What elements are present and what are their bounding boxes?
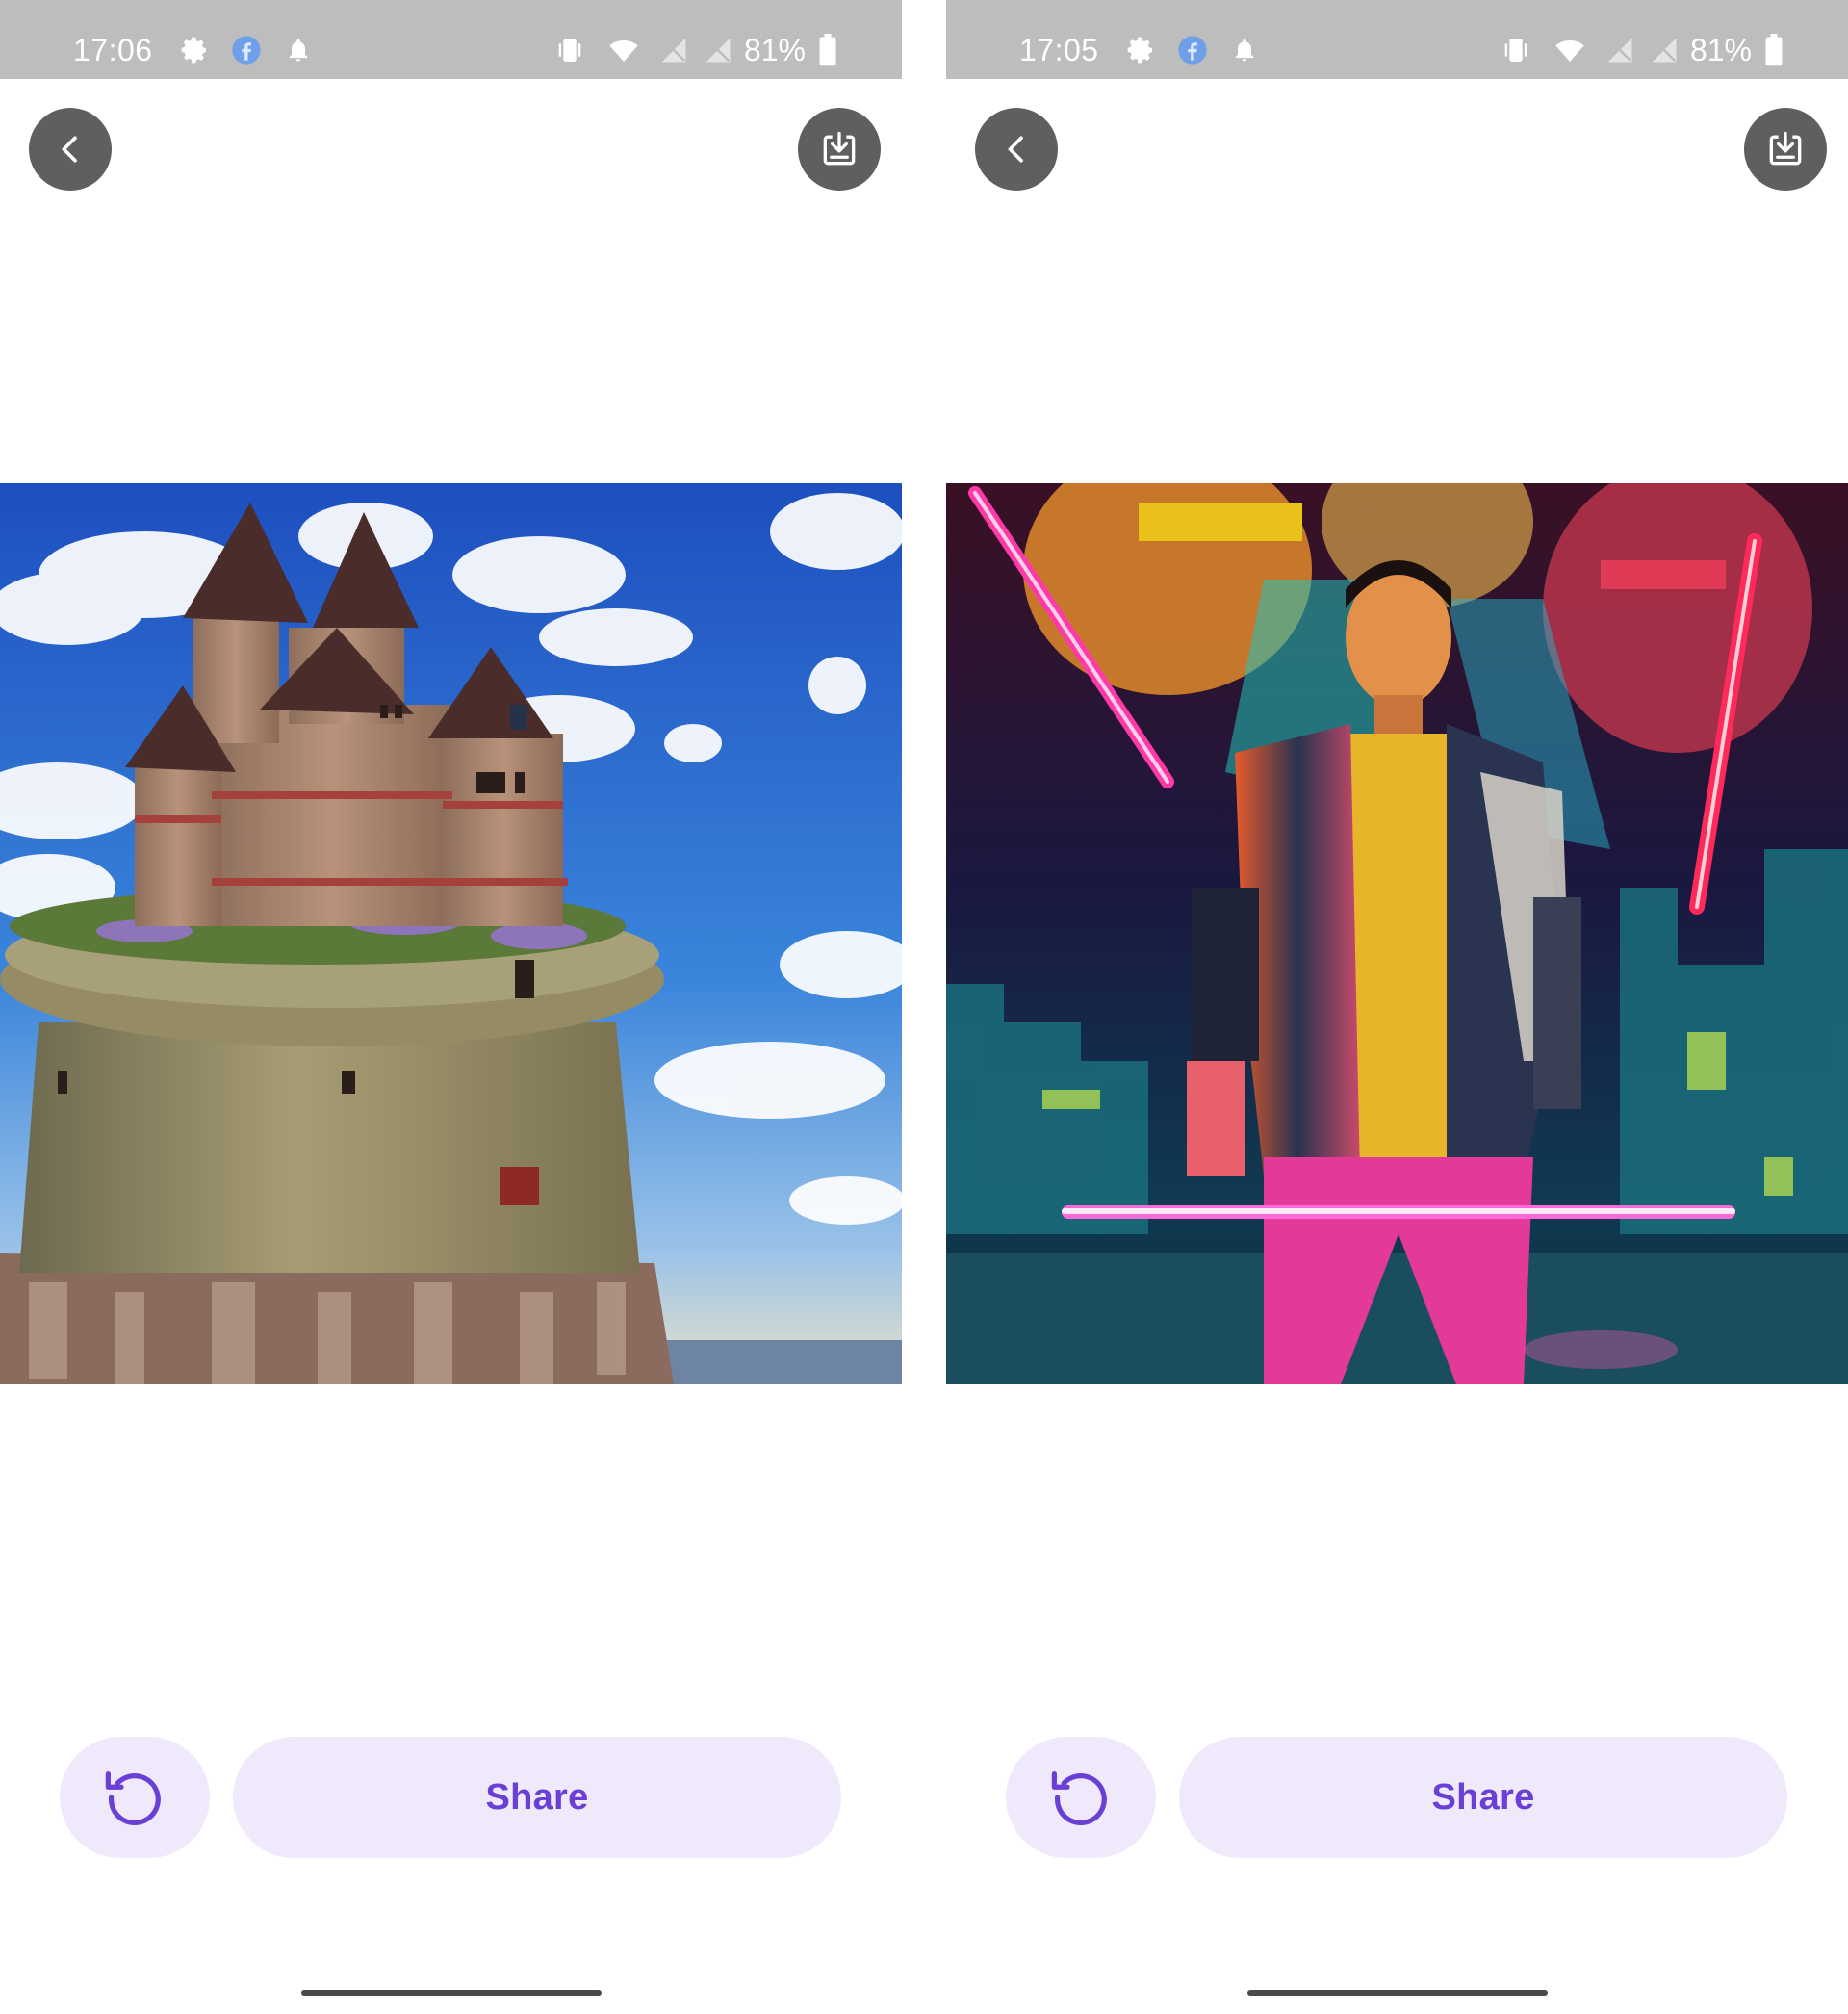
home-indicator[interactable] bbox=[1247, 1990, 1548, 1996]
signal-off-icon bbox=[1647, 33, 1681, 67]
bottom-actions: Share bbox=[946, 1737, 1848, 1858]
back-button[interactable] bbox=[29, 108, 112, 191]
back-button[interactable] bbox=[975, 108, 1058, 191]
battery-percentage: 81% bbox=[743, 33, 806, 67]
battery-icon bbox=[810, 33, 845, 67]
facebook-icon bbox=[229, 33, 264, 67]
vibrate-icon bbox=[552, 33, 587, 67]
facebook-icon bbox=[1175, 33, 1210, 67]
phone-screen-left: 17:06 81% Share bbox=[0, 0, 902, 2014]
refresh-icon bbox=[105, 1771, 161, 1826]
battery-icon bbox=[1757, 33, 1791, 67]
refresh-icon bbox=[1051, 1771, 1107, 1826]
download-button[interactable] bbox=[798, 108, 881, 191]
chevron-left-icon bbox=[1008, 136, 1023, 163]
battery-percentage: 81% bbox=[1689, 33, 1752, 67]
vibrate-icon bbox=[1499, 33, 1533, 67]
generated-artwork-castle bbox=[0, 483, 902, 1384]
share-button[interactable]: Share bbox=[233, 1737, 841, 1858]
share-button[interactable]: Share bbox=[1179, 1737, 1787, 1858]
signal-off-icon bbox=[701, 33, 735, 67]
status-time: 17:05 bbox=[1019, 33, 1099, 67]
gear-icon bbox=[1123, 33, 1158, 67]
bottom-actions: Share bbox=[0, 1737, 902, 1858]
signal-off-icon bbox=[1603, 33, 1637, 67]
generated-artwork-cyberpunk bbox=[946, 483, 1848, 1384]
download-button[interactable] bbox=[1744, 108, 1827, 191]
notification-bell-icon bbox=[1227, 33, 1262, 67]
home-indicator[interactable] bbox=[301, 1990, 602, 1996]
chevron-left-icon bbox=[62, 136, 77, 163]
regenerate-button[interactable] bbox=[1006, 1737, 1156, 1858]
status-bar: 17:05 81% bbox=[946, 0, 1848, 79]
wifi-icon bbox=[606, 33, 641, 67]
status-time: 17:06 bbox=[73, 33, 153, 67]
phone-screen-right: 17:05 81% Share bbox=[946, 0, 1848, 2014]
regenerate-button[interactable] bbox=[60, 1737, 210, 1858]
signal-off-icon bbox=[656, 33, 691, 67]
notification-bell-icon bbox=[281, 33, 316, 67]
download-icon bbox=[823, 131, 856, 166]
gear-icon bbox=[177, 33, 212, 67]
wifi-icon bbox=[1553, 33, 1587, 67]
status-bar: 17:06 81% bbox=[0, 0, 902, 79]
download-icon bbox=[1769, 131, 1802, 166]
